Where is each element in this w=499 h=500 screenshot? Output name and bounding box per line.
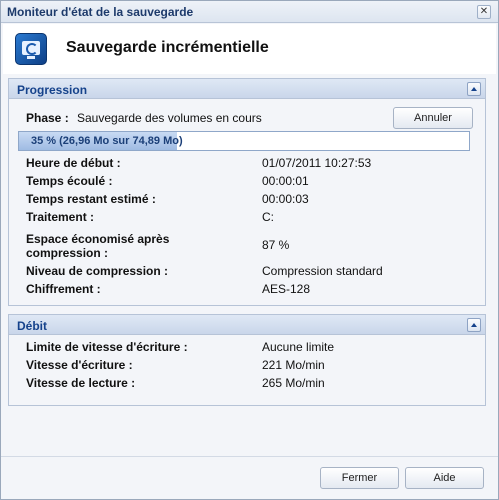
progression-panel-header[interactable]: Progression xyxy=(9,79,485,99)
debit-row-value: 221 Mo/min xyxy=(262,358,325,372)
progress-bar: 35 % (26,96 Mo sur 74,89 Mo) xyxy=(18,131,470,151)
close-icon[interactable]: ✕ xyxy=(477,5,491,19)
header: Sauvegarde incrémentielle xyxy=(3,24,496,74)
progression-row-value: 87 % xyxy=(262,238,290,252)
progression-title: Progression xyxy=(17,83,88,97)
debit-row-value: Aucune limite xyxy=(262,340,335,354)
window-title: Moniteur d'état de la sauvegarde xyxy=(7,5,194,19)
collapse-debit-icon[interactable] xyxy=(467,318,481,332)
progression-row-value: C: xyxy=(262,210,274,224)
progression-row-label: Temps écoulé : xyxy=(26,174,113,188)
progression-row-value: 00:00:01 xyxy=(262,174,309,188)
phase-value: Sauvegarde des volumes en cours xyxy=(77,111,262,125)
help-button[interactable]: Aide xyxy=(405,467,484,489)
backup-monitor-window: Moniteur d'état de la sauvegarde ✕ Sauve… xyxy=(0,0,499,500)
debit-row-label: Limite de vitesse d'écriture : xyxy=(26,340,188,354)
debit-row-label: Vitesse de lecture : xyxy=(26,376,136,390)
collapse-progression-icon[interactable] xyxy=(467,82,481,96)
backup-monitor-icon xyxy=(15,33,47,65)
page-title: Sauvegarde incrémentielle xyxy=(66,39,269,56)
progression-row-value: Compression standard xyxy=(262,264,383,278)
close-button[interactable]: Fermer xyxy=(320,467,399,489)
phase-label: Phase : xyxy=(26,111,69,125)
progression-row-label: Espace économisé après compression : xyxy=(26,232,170,260)
progression-row-value: AES-128 xyxy=(262,282,311,296)
debit-row-value: 265 Mo/min xyxy=(262,376,325,390)
progression-row-label: Niveau de compression : xyxy=(26,264,169,278)
progress-text: 35 % (26,96 Mo sur 74,89 Mo) xyxy=(31,135,183,147)
progression-row-value: 00:00:03 xyxy=(262,192,309,206)
debit-panel-header[interactable]: Débit xyxy=(9,315,485,335)
cancel-button[interactable]: Annuler xyxy=(393,107,473,129)
progression-row-value: 01/07/2011 10:27:53 xyxy=(262,156,372,170)
progression-row-label: Temps restant estimé : xyxy=(26,192,156,206)
footer-divider xyxy=(1,456,498,457)
progression-row-label: Traitement : xyxy=(26,210,95,224)
progression-row-label: Heure de début : xyxy=(26,156,121,170)
debit-row-label: Vitesse d'écriture : xyxy=(26,358,133,372)
progression-row-label: Chiffrement : xyxy=(26,282,101,296)
title-bar[interactable]: Moniteur d'état de la sauvegarde ✕ xyxy=(1,1,498,23)
debit-title: Débit xyxy=(17,319,47,333)
